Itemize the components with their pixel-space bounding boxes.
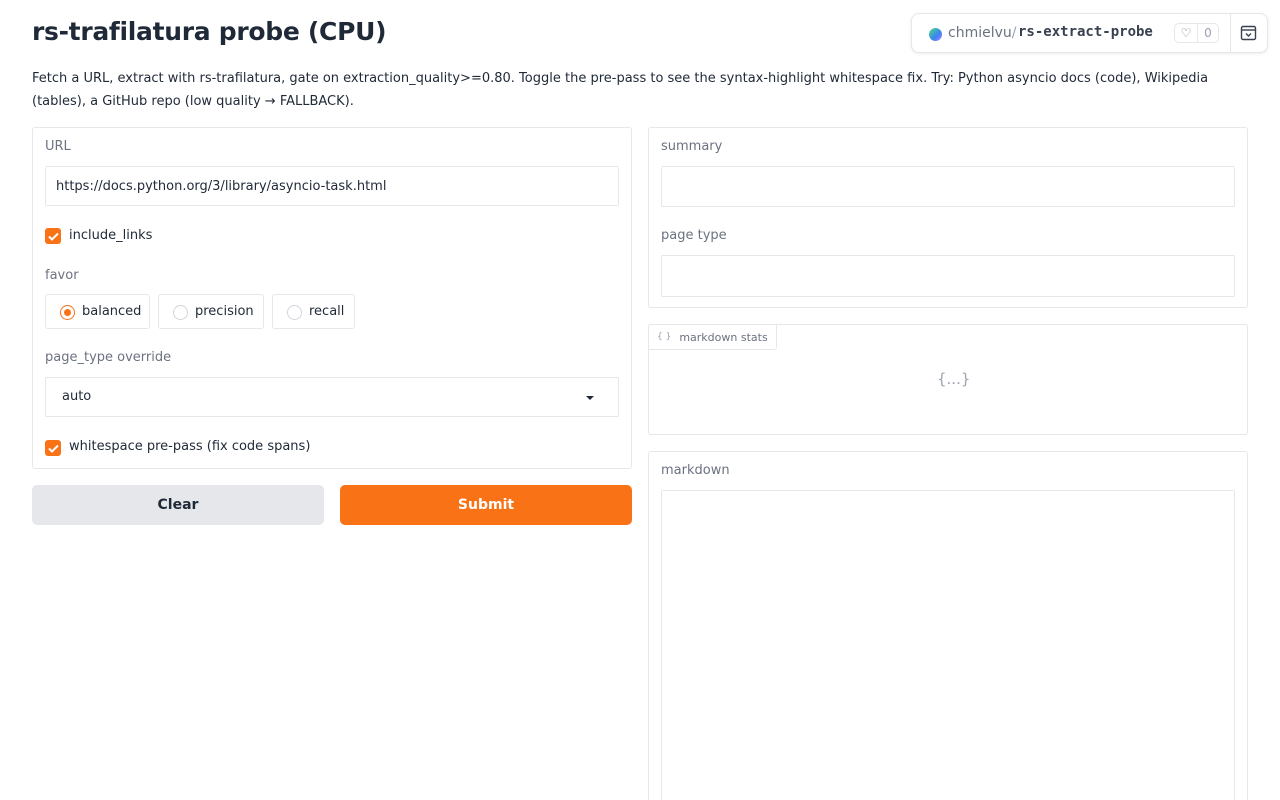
favor-option-recall[interactable]: recall <box>272 294 355 329</box>
check-icon <box>47 232 59 241</box>
space-avatar <box>929 28 942 41</box>
space-badge: chmielvu/ rs-extract-probe ♡ 0 <box>911 13 1268 53</box>
space-repo-link[interactable]: rs-extract-probe <box>1018 24 1153 40</box>
page-description: Fetch a URL, extract with rs-trafilatura… <box>32 71 1209 109</box>
whitespace-prepass-label: whitespace pre-pass (fix code spans) <box>69 439 311 454</box>
dropdown-value: auto <box>62 389 92 404</box>
badge-divider <box>1230 14 1231 52</box>
like-count: 0 <box>1204 26 1212 40</box>
page-title: rs-trafilatura probe (CPU) <box>32 17 387 46</box>
radio-indicator <box>173 305 188 320</box>
heart-icon: ♡ <box>1175 24 1198 42</box>
radio-indicator <box>287 305 302 320</box>
favor-option-label: balanced <box>82 304 142 319</box>
space-owner-link[interactable]: chmielvu/ <box>948 25 1016 41</box>
include-links-label: include_links <box>69 228 153 243</box>
url-label: URL <box>45 139 71 154</box>
json-empty-placeholder: {...} <box>937 370 971 388</box>
chevron-down-icon <box>586 396 594 400</box>
page-type-output[interactable] <box>661 255 1235 297</box>
include-links-checkbox[interactable] <box>45 228 61 244</box>
check-icon <box>47 444 59 453</box>
summary-output[interactable] <box>661 166 1235 207</box>
summary-label: summary <box>661 139 723 154</box>
favor-label: favor <box>45 268 79 283</box>
favor-option-label: recall <box>309 304 345 319</box>
markdown-stats-tab: { } markdown stats <box>648 324 777 350</box>
favor-option-label: precision <box>195 304 254 319</box>
submit-button[interactable]: Submit <box>340 485 632 525</box>
markdown-output[interactable] <box>661 490 1235 800</box>
url-input[interactable]: https://docs.python.org/3/library/asynci… <box>45 166 619 206</box>
markdown-label: markdown <box>661 463 730 478</box>
favor-option-precision[interactable]: precision <box>158 294 264 329</box>
page-type-label: page type <box>661 228 727 243</box>
page-type-override-label: page_type override <box>45 350 172 365</box>
markdown-stats-label: markdown stats <box>679 330 768 344</box>
collapse-icon[interactable] <box>1240 25 1257 41</box>
radio-selected-indicator <box>60 305 75 320</box>
clear-button[interactable]: Clear <box>32 485 324 525</box>
like-button[interactable]: ♡ 0 <box>1174 23 1219 43</box>
whitespace-prepass-checkbox[interactable] <box>45 440 61 456</box>
json-icon: { } <box>657 332 672 342</box>
page-type-dropdown[interactable]: auto <box>45 377 619 417</box>
favor-option-balanced[interactable]: balanced <box>45 294 150 329</box>
